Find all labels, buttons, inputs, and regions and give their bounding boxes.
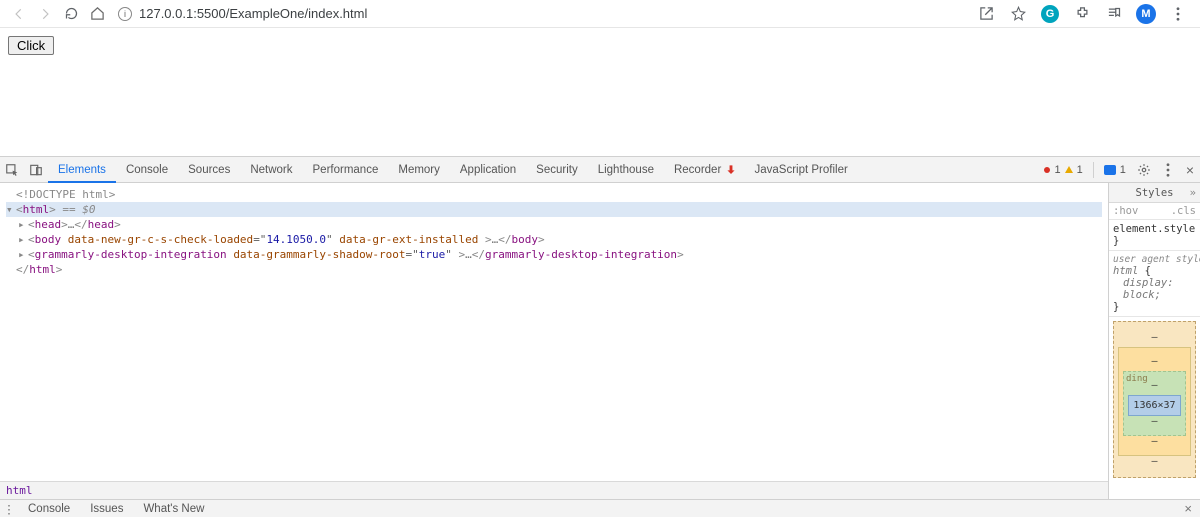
extensions-icon[interactable] <box>1070 2 1094 26</box>
style-rule-html[interactable]: user agent stylesheet html { display: bl… <box>1109 251 1200 317</box>
drawer-menu-icon[interactable]: ⋮ <box>0 502 18 516</box>
dom-tree[interactable]: <!DOCTYPE html> ▾<html> == $0 ▸<head>…</… <box>0 183 1108 481</box>
box-border-top: – <box>1151 356 1157 367</box>
dom-line-body[interactable]: ▸<body data-new-gr-c-s-check-loaded="14.… <box>6 232 1102 247</box>
devtools-settings-icon[interactable] <box>1132 158 1156 182</box>
error-count: 1 <box>1054 164 1060 176</box>
style-rule-element[interactable]: element.style { } <box>1109 220 1200 251</box>
drawer-tab-issues[interactable]: Issues <box>80 503 133 515</box>
error-dot-icon <box>1044 167 1050 173</box>
tab-elements[interactable]: Elements <box>48 157 116 183</box>
styles-panel: Styles » :hov .cls element.style { } use… <box>1108 183 1200 499</box>
drawer-tab-whatsnew[interactable]: What's New <box>133 503 214 515</box>
cls-toggle[interactable]: .cls <box>1171 205 1196 217</box>
tab-console[interactable]: Console <box>116 157 178 183</box>
styles-more-icon[interactable]: » <box>1190 183 1196 203</box>
url-bar[interactable]: 127.0.0.1:5500/ExampleOne/index.html <box>137 6 367 21</box>
devtools-close-icon[interactable]: × <box>1180 162 1200 178</box>
box-content-dims: 1366×37 <box>1128 395 1181 416</box>
dom-line-grammarly[interactable]: ▸<grammarly-desktop-integration data-gra… <box>6 247 1102 262</box>
styles-pane-title[interactable]: Styles » <box>1109 183 1200 203</box>
tab-network[interactable]: Network <box>240 157 302 183</box>
devtools: Elements Console Sources Network Perform… <box>0 156 1200 517</box>
tab-js-profiler[interactable]: JavaScript Profiler <box>745 157 858 183</box>
tab-security[interactable]: Security <box>526 157 588 183</box>
ua-stylesheet-label: user agent stylesheet <box>1113 254 1196 265</box>
click-button[interactable]: Click <box>8 36 54 55</box>
chrome-menu-icon[interactable] <box>1166 2 1190 26</box>
tab-recorder[interactable]: Recorder <box>664 157 745 183</box>
profile-avatar[interactable]: M <box>1134 2 1158 26</box>
box-padding-bottom: – <box>1151 416 1157 427</box>
bookmark-star-icon[interactable] <box>1006 2 1030 26</box>
dom-line-html-open[interactable]: ▾<html> == $0 <box>6 202 1102 217</box>
drawer-tab-console[interactable]: Console <box>18 503 80 515</box>
device-toolbar-icon[interactable] <box>24 158 48 182</box>
warning-icon <box>1065 166 1073 173</box>
dom-line-html-close[interactable]: </html> <box>6 262 1102 277</box>
box-margin-bottom: – <box>1151 456 1157 467</box>
warning-count: 1 <box>1077 164 1083 176</box>
grammarly-extension-icon[interactable]: G <box>1038 2 1062 26</box>
styles-filter-row[interactable]: :hov .cls <box>1109 203 1200 220</box>
box-model[interactable]: – – ding – 1366×37 – – – <box>1109 317 1200 482</box>
home-button[interactable] <box>84 2 110 26</box>
devtools-menu-icon[interactable] <box>1156 158 1180 182</box>
dom-breadcrumb[interactable]: html <box>0 481 1108 499</box>
tab-memory[interactable]: Memory <box>388 157 450 183</box>
inspect-element-icon[interactable] <box>0 158 24 182</box>
browser-toolbar: i 127.0.0.1:5500/ExampleOne/index.html G… <box>0 0 1200 28</box>
tab-lighthouse[interactable]: Lighthouse <box>588 157 664 183</box>
back-button[interactable] <box>6 2 32 26</box>
box-margin-top: – <box>1151 332 1157 343</box>
hov-toggle[interactable]: :hov <box>1113 205 1138 217</box>
forward-button[interactable] <box>32 2 58 26</box>
tab-application[interactable]: Application <box>450 157 526 183</box>
issues-icon <box>1104 165 1116 175</box>
devtools-tabbar: Elements Console Sources Network Perform… <box>0 157 1200 183</box>
tab-performance[interactable]: Performance <box>303 157 389 183</box>
reading-list-icon[interactable] <box>1102 2 1126 26</box>
reload-button[interactable] <box>58 2 84 26</box>
box-padding-top: – <box>1151 380 1157 391</box>
page-viewport: Click <box>0 28 1200 156</box>
dom-line-doctype[interactable]: <!DOCTYPE html> <box>6 187 1102 202</box>
tab-sources[interactable]: Sources <box>178 157 240 183</box>
share-icon[interactable] <box>974 2 998 26</box>
drawer-close-icon[interactable]: × <box>1176 501 1200 516</box>
box-border-bottom: – <box>1151 436 1157 447</box>
devtools-drawer: ⋮ Console Issues What's New × <box>0 499 1200 517</box>
devtools-badges[interactable]: 1 1 1 <box>1044 162 1131 178</box>
dom-line-head[interactable]: ▸<head>…</head> <box>6 217 1102 232</box>
issues-count: 1 <box>1120 164 1126 176</box>
site-info-icon[interactable]: i <box>118 7 132 21</box>
